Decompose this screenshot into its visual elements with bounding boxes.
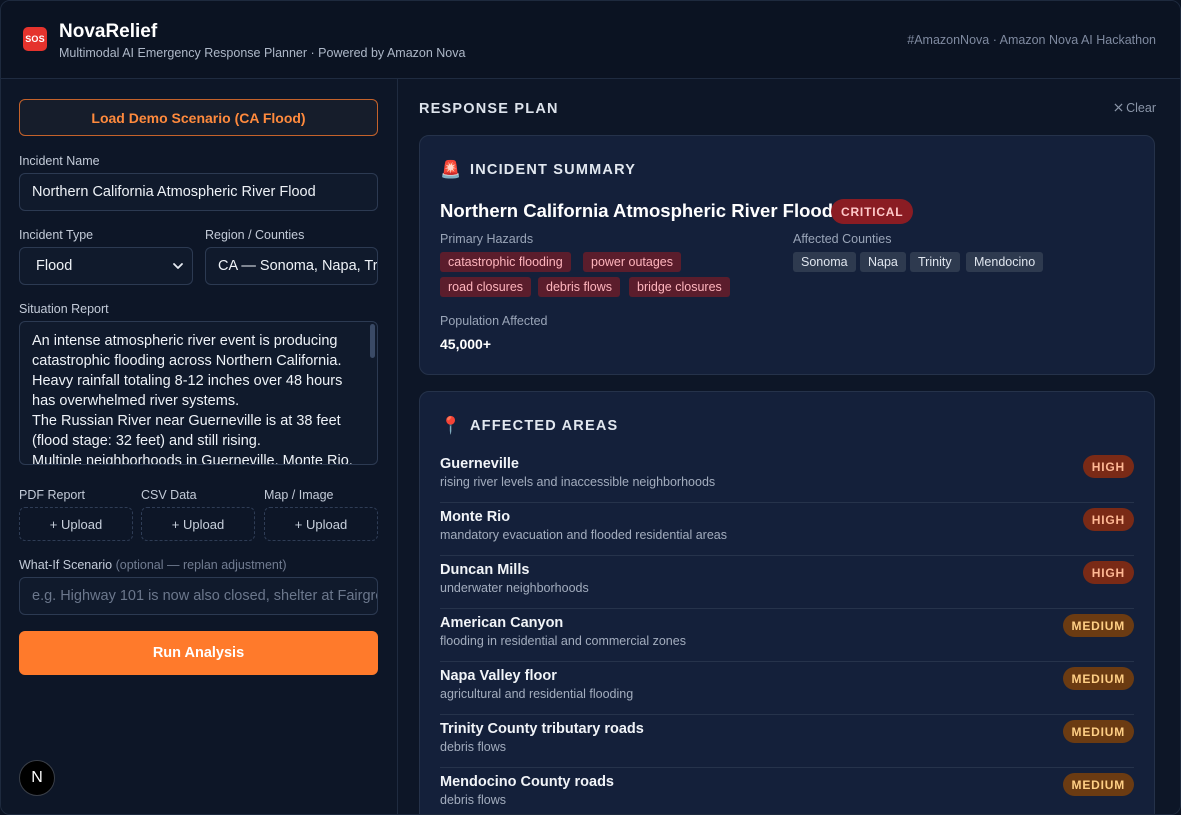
area-row: Duncan Mills underwater neighborhoods HI…	[440, 556, 1134, 609]
area-name: Napa Valley floor	[440, 668, 557, 684]
pin-icon: 📍	[440, 416, 462, 435]
clear-button[interactable]: Clear	[1114, 101, 1156, 115]
hazard-tag: catastrophic flooding	[440, 252, 571, 272]
whatif-hint: (optional — replan adjustment)	[115, 558, 287, 572]
whatif-label: What-If Scenario (optional — replan adju…	[19, 558, 287, 572]
csv-upload-button[interactable]: + Upload	[141, 507, 255, 541]
county-tag: Napa	[860, 252, 906, 272]
map-image-label: Map / Image	[264, 488, 334, 502]
area-desc: mandatory evacuation and flooded residen…	[440, 528, 727, 542]
situation-line: Heavy rainfall totaling 8-12 inches over…	[32, 373, 343, 409]
area-name: American Canyon	[440, 615, 564, 631]
response-plan-title: RESPONSE PLAN	[419, 101, 559, 117]
priority-badge: MEDIUM	[1062, 720, 1134, 743]
area-name: Monte Rio	[440, 509, 511, 525]
chevron-down-icon	[173, 263, 183, 269]
sos-logo-icon: SOS	[23, 27, 47, 51]
incident-summary-title: INCIDENT SUMMARY	[470, 162, 637, 178]
situation-line: The Russian River near Guerneville is at…	[32, 413, 341, 449]
county-tag: Trinity	[910, 252, 960, 272]
run-analysis-button[interactable]: Run Analysis	[19, 631, 378, 675]
priority-badge: HIGH	[1082, 508, 1134, 531]
severity-badge: CRITICAL	[831, 199, 914, 224]
situation-report-textarea[interactable]: An intense atmospheric river event is pr…	[19, 321, 378, 465]
csv-data-label: CSV Data	[141, 488, 197, 502]
area-name: Trinity County tributary roads	[440, 721, 644, 737]
area-row: American Canyon flooding in residential …	[440, 609, 1134, 662]
clear-label: Clear	[1126, 101, 1156, 115]
whatif-label-text: What-If Scenario	[19, 558, 113, 572]
area-desc: debris flows	[440, 740, 506, 754]
situation-line: Multiple neighborhoods in Guerneville, M…	[32, 453, 353, 465]
area-desc: debris flows	[440, 793, 506, 807]
area-row: Mendocino County roads debris flows MEDI…	[440, 768, 1134, 814]
situation-line: An intense atmospheric river event is pr…	[32, 333, 342, 369]
affected-areas-card: 📍 AFFECTED AREAS Guerneville rising rive…	[419, 391, 1155, 814]
incident-type-select[interactable]: Flood	[19, 247, 193, 285]
load-demo-button[interactable]: Load Demo Scenario (CA Flood)	[19, 99, 378, 136]
hazard-tag: bridge closures	[629, 277, 730, 297]
siren-icon: 🚨	[440, 160, 462, 179]
county-tag: Sonoma	[793, 252, 856, 272]
close-icon	[1114, 103, 1123, 112]
incident-summary-card: 🚨 INCIDENT SUMMARY Northern California A…	[419, 135, 1155, 375]
priority-badge: MEDIUM	[1062, 667, 1134, 690]
situation-report-text: An intense atmospheric river event is pr…	[32, 331, 362, 465]
dev-badge[interactable]: N	[19, 760, 55, 796]
hazard-tag: road closures	[440, 277, 532, 297]
hazards-label: Primary Hazards	[440, 232, 534, 246]
pdf-report-label: PDF Report	[19, 488, 85, 502]
incident-type-value: Flood	[36, 258, 73, 274]
priority-badge: HIGH	[1082, 561, 1134, 584]
priority-badge: MEDIUM	[1062, 773, 1134, 796]
pdf-upload-button[interactable]: + Upload	[19, 507, 133, 541]
response-plan-panel: RESPONSE PLAN Clear 🚨 INCIDENT SUMMARY N…	[399, 79, 1180, 814]
incident-summary-header: 🚨 INCIDENT SUMMARY	[440, 160, 636, 180]
textarea-scrollbar[interactable]	[370, 324, 375, 358]
app-header: SOS NovaRelief Multimodal AI Emergency R…	[1, 1, 1180, 79]
app-subtitle: Multimodal AI Emergency Response Planner…	[59, 46, 466, 60]
county-tag: Mendocino	[966, 252, 1044, 272]
incident-name: Northern California Atmospheric River Fl…	[440, 200, 833, 221]
map-upload-button[interactable]: + Upload	[264, 507, 378, 541]
app-title: NovaRelief	[59, 21, 158, 42]
area-row: Napa Valley floor agricultural and resid…	[440, 662, 1134, 715]
input-panel: Load Demo Scenario (CA Flood) Incident N…	[1, 79, 398, 814]
region-input[interactable]: CA — Sonoma, Napa, Trinity, Mendocino	[205, 247, 378, 285]
area-name: Duncan Mills	[440, 562, 530, 578]
area-desc: underwater neighborhoods	[440, 581, 589, 595]
area-desc: flooding in residential and commercial z…	[440, 634, 686, 648]
area-name: Mendocino County roads	[440, 774, 614, 790]
whatif-input[interactable]: e.g. Highway 101 is now also closed, she…	[19, 577, 378, 615]
counties-label: Affected Counties	[793, 232, 892, 246]
hazard-tag: power outages	[583, 252, 682, 272]
app-window: SOS NovaRelief Multimodal AI Emergency R…	[0, 0, 1181, 815]
priority-badge: MEDIUM	[1062, 614, 1134, 637]
hazard-tag: debris flows	[538, 277, 620, 297]
region-label: Region / Counties	[205, 228, 305, 242]
incident-type-label: Incident Type	[19, 228, 94, 242]
incident-name-label: Incident Name	[19, 154, 100, 168]
area-row: Trinity County tributary roads debris fl…	[440, 715, 1134, 768]
population-value: 45,000+	[440, 336, 491, 352]
area-row: Guerneville rising river levels and inac…	[440, 450, 1134, 503]
affected-areas-title: AFFECTED AREAS	[470, 418, 619, 434]
incident-name-input[interactable]: Northern California Atmospheric River Fl…	[19, 173, 378, 211]
area-name: Guerneville	[440, 456, 519, 472]
area-desc: agricultural and residential flooding	[440, 687, 634, 701]
area-row: Monte Rio mandatory evacuation and flood…	[440, 503, 1134, 556]
situation-report-label: Situation Report	[19, 302, 109, 316]
hackathon-label: #AmazonNova · Amazon Nova AI Hackathon	[907, 33, 1156, 47]
affected-areas-header: 📍 AFFECTED AREAS	[440, 416, 618, 436]
priority-badge: HIGH	[1082, 455, 1134, 478]
area-desc: rising river levels and inaccessible nei…	[440, 475, 716, 489]
population-label: Population Affected	[440, 314, 548, 328]
